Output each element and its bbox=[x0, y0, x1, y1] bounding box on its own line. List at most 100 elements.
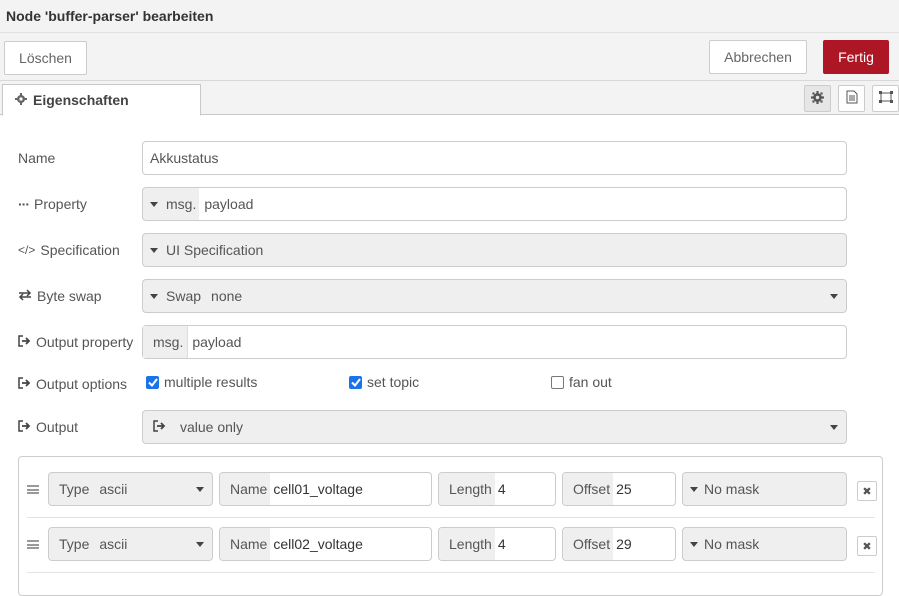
property-label: ··· Property bbox=[18, 194, 87, 214]
name-label-text: Name bbox=[18, 150, 56, 166]
byteswap-select[interactable]: Swap none bbox=[142, 279, 847, 313]
appearance-tab-button[interactable] bbox=[872, 85, 899, 112]
multiple-results-label: multiple results bbox=[164, 374, 258, 390]
output-options-label: Output options bbox=[18, 374, 127, 394]
caret-down-icon bbox=[150, 247, 158, 253]
output-property-prefix: msg. bbox=[143, 326, 189, 358]
multiple-results-checkbox[interactable] bbox=[146, 375, 159, 389]
property-value: payload bbox=[199, 188, 846, 220]
caret-down-icon[interactable] bbox=[150, 201, 158, 207]
caret-down-icon bbox=[690, 486, 698, 492]
output-label: Output bbox=[18, 417, 78, 437]
row-offset-label: Offset bbox=[563, 473, 614, 505]
settings-tab-button[interactable] bbox=[804, 85, 831, 112]
tab-properties-label: Eigenschaften bbox=[33, 92, 129, 108]
row-name-label: Name bbox=[220, 473, 271, 505]
property-prefix: msg. bbox=[166, 196, 197, 212]
name-label: Name bbox=[18, 148, 55, 168]
output-value: value only bbox=[180, 419, 244, 435]
close-icon: ✖ bbox=[862, 540, 872, 553]
row-offset-value: 25 bbox=[616, 481, 632, 497]
set-topic-option[interactable]: set topic bbox=[349, 374, 419, 390]
byteswap-value: none bbox=[211, 288, 243, 304]
row-name-value: cell01_voltage bbox=[273, 481, 363, 497]
byteswap-label: Byte swap bbox=[18, 286, 102, 306]
caret-down-icon bbox=[150, 293, 158, 299]
sign-out-icon bbox=[18, 419, 31, 435]
fan-out-label: fan out bbox=[569, 374, 612, 390]
sign-out-icon bbox=[153, 419, 166, 435]
row-divider bbox=[27, 517, 875, 518]
fan-out-checkbox[interactable] bbox=[551, 375, 564, 389]
row-length-label: Length bbox=[439, 528, 495, 560]
specification-label-text: Specification bbox=[40, 242, 120, 258]
row-mask-value: No mask bbox=[704, 481, 760, 497]
row-offset-label: Offset bbox=[563, 528, 614, 560]
row-type-select[interactable]: Type ascii bbox=[48, 472, 213, 506]
row-type-label: Type bbox=[59, 481, 90, 497]
row-type-value: ascii bbox=[99, 481, 128, 497]
tab-bar: Eigenschaften bbox=[0, 81, 899, 116]
set-topic-label: set topic bbox=[367, 374, 420, 390]
row-type-select[interactable]: Type ascii bbox=[48, 527, 213, 561]
chevron-down-icon bbox=[830, 294, 838, 299]
tab-properties[interactable]: Eigenschaften bbox=[2, 84, 201, 116]
chevron-down-icon bbox=[830, 425, 838, 430]
row-type-label: Type bbox=[59, 536, 90, 552]
remove-row-button[interactable]: ✖ bbox=[857, 481, 877, 501]
ellipsis-icon: ··· bbox=[18, 196, 30, 212]
row-length-value: 4 bbox=[497, 536, 506, 552]
spec-rows-list: Type ascii Name cell01_voltage Length 4 … bbox=[18, 456, 883, 596]
row-length-value: 4 bbox=[497, 481, 506, 497]
done-button[interactable]: Fertig bbox=[823, 40, 889, 74]
property-input[interactable]: msg. payload bbox=[142, 187, 847, 221]
name-input-value: Akkustatus bbox=[150, 150, 219, 166]
chevron-down-icon bbox=[196, 487, 204, 492]
sign-out-icon bbox=[18, 334, 31, 350]
drag-handle-icon[interactable] bbox=[27, 485, 39, 494]
check-icon bbox=[350, 377, 361, 387]
row-mask-value: No mask bbox=[704, 536, 760, 552]
name-input[interactable]: Akkustatus bbox=[142, 141, 847, 175]
gear-icon bbox=[15, 92, 27, 108]
property-label-text: Property bbox=[34, 196, 87, 212]
code-icon: </> bbox=[18, 243, 36, 257]
row-length-label: Length bbox=[439, 473, 495, 505]
caret-down-icon bbox=[690, 541, 698, 547]
exchange-icon bbox=[18, 288, 32, 304]
byteswap-prefix: Swap bbox=[166, 288, 202, 304]
specification-select[interactable]: UI Specification bbox=[142, 233, 847, 267]
row-offset-value: 29 bbox=[616, 536, 632, 552]
output-select[interactable]: value only bbox=[142, 410, 847, 444]
multiple-results-option[interactable]: multiple results bbox=[146, 374, 257, 390]
row-name-value: cell02_voltage bbox=[273, 536, 363, 552]
row-offset-input[interactable]: Offset 25 bbox=[562, 472, 676, 506]
row-offset-input[interactable]: Offset 29 bbox=[562, 527, 676, 561]
row-name-input[interactable]: Name cell02_voltage bbox=[219, 527, 432, 561]
row-mask-select[interactable]: No mask bbox=[682, 472, 847, 506]
close-icon: ✖ bbox=[862, 485, 872, 498]
set-topic-checkbox[interactable] bbox=[349, 375, 362, 389]
output-label-text: Output bbox=[36, 419, 79, 435]
gear-icon bbox=[811, 90, 824, 107]
remove-row-button[interactable]: ✖ bbox=[857, 536, 877, 556]
chevron-down-icon bbox=[196, 542, 204, 547]
specification-value: UI Specification bbox=[166, 242, 264, 258]
document-icon bbox=[846, 90, 858, 107]
delete-button[interactable]: Löschen bbox=[4, 41, 87, 75]
output-property-label-text: Output property bbox=[36, 334, 134, 350]
row-name-input[interactable]: Name cell01_voltage bbox=[219, 472, 432, 506]
row-length-input[interactable]: Length 4 bbox=[438, 472, 556, 506]
row-mask-select[interactable]: No mask bbox=[682, 527, 847, 561]
cancel-button[interactable]: Abbrechen bbox=[709, 40, 807, 74]
row-length-input[interactable]: Length 4 bbox=[438, 527, 556, 561]
drag-handle-icon[interactable] bbox=[27, 540, 39, 549]
output-property-input[interactable]: msg. payload bbox=[142, 325, 847, 359]
check-icon bbox=[147, 377, 158, 387]
dialog-title: Node 'buffer-parser' bearbeiten bbox=[0, 0, 899, 33]
fan-out-option[interactable]: fan out bbox=[551, 374, 612, 390]
specification-label: </> Specification bbox=[18, 240, 120, 260]
description-tab-button[interactable] bbox=[838, 85, 865, 112]
row-divider bbox=[27, 572, 875, 573]
output-options-label-text: Output options bbox=[36, 376, 128, 392]
